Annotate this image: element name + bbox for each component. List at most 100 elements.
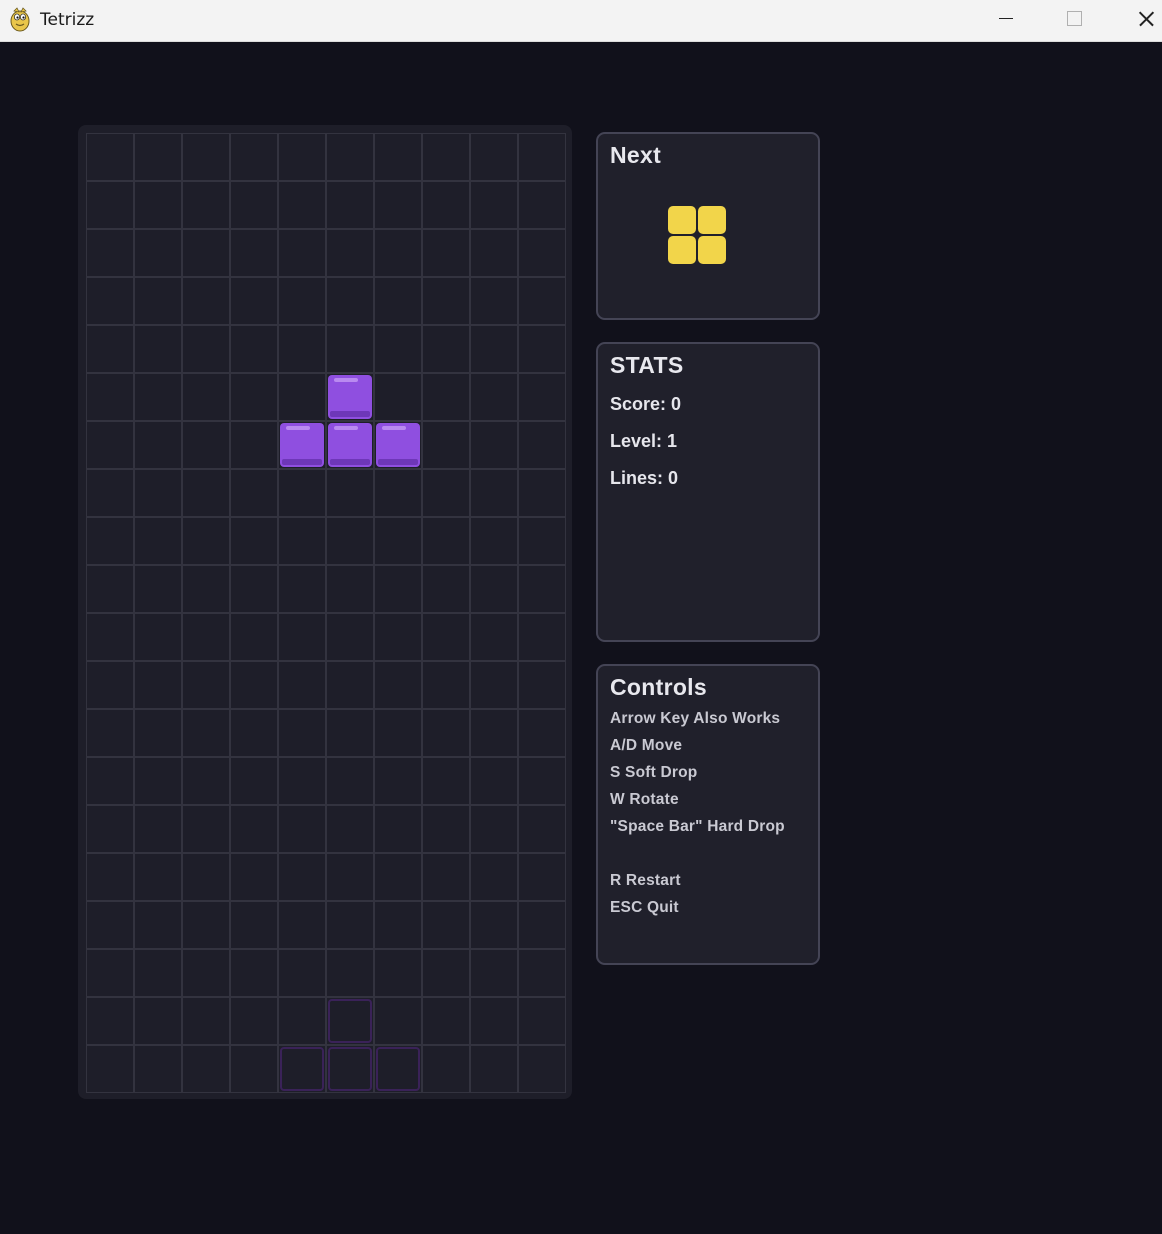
grid-cell (326, 277, 374, 325)
control-line: ESC Quit (610, 899, 679, 916)
grid-cell (374, 709, 422, 757)
grid-cell (326, 613, 374, 661)
grid-cell (278, 133, 326, 181)
grid-cell (278, 517, 326, 565)
grid-cell (374, 229, 422, 277)
grid-cell (374, 133, 422, 181)
grid-cell (86, 229, 134, 277)
minimize-button[interactable] (982, 0, 1028, 42)
grid-cell (518, 901, 566, 949)
grid-cell (230, 565, 278, 613)
grid-cell (230, 997, 278, 1045)
grid-cell (374, 805, 422, 853)
grid-cell (182, 1045, 230, 1093)
grid-cell (86, 757, 134, 805)
grid-cell (470, 181, 518, 229)
level-text: Level: 1 (610, 431, 678, 451)
score-text: Score: 0 (610, 394, 682, 414)
grid-cell (278, 757, 326, 805)
grid-cell (134, 661, 182, 709)
grid-cell (422, 421, 470, 469)
python-snake-icon (8, 7, 32, 33)
grid-cell (278, 997, 326, 1045)
close-button[interactable] (1122, 0, 1162, 42)
grid-cell (230, 421, 278, 469)
grid-cell (278, 949, 326, 997)
grid-cell (182, 277, 230, 325)
grid-cell (470, 277, 518, 325)
grid-cell (374, 757, 422, 805)
grid-cell (182, 757, 230, 805)
grid-cell (518, 757, 566, 805)
grid-cell (230, 133, 278, 181)
grid-cell (230, 229, 278, 277)
grid-cell (422, 133, 470, 181)
grid-cell (86, 277, 134, 325)
grid-cell (470, 133, 518, 181)
grid-cell (326, 229, 374, 277)
block-shadow (378, 459, 418, 465)
grid-cell (86, 901, 134, 949)
grid-cell (518, 421, 566, 469)
grid-cell (134, 901, 182, 949)
grid-cell (134, 853, 182, 901)
controls-panel: Controls Arrow Key Also Works A/D Move S… (596, 664, 820, 965)
next-piece-preview (668, 206, 726, 264)
grid-cell (86, 517, 134, 565)
grid-cell (182, 133, 230, 181)
grid-cell (326, 901, 374, 949)
grid-cell (422, 469, 470, 517)
block-highlight (382, 426, 406, 430)
grid-cell (422, 613, 470, 661)
grid-cell (470, 565, 518, 613)
grid-cell (374, 469, 422, 517)
grid-cell (230, 853, 278, 901)
grid-cell (374, 517, 422, 565)
grid-cell (278, 805, 326, 853)
grid-cell (518, 661, 566, 709)
grid-cell (278, 325, 326, 373)
grid-cell (422, 229, 470, 277)
grid-cell (326, 805, 374, 853)
grid-cell (278, 565, 326, 613)
grid-cell (230, 1045, 278, 1093)
grid-cell (422, 277, 470, 325)
grid-cell (278, 853, 326, 901)
grid-cell (470, 613, 518, 661)
grid-cell (470, 421, 518, 469)
maximize-button[interactable] (1052, 0, 1098, 42)
grid-cell (470, 1045, 518, 1093)
grid-cell (470, 469, 518, 517)
grid-cell (86, 373, 134, 421)
next-piece-block (698, 206, 726, 234)
grid-cell (518, 373, 566, 421)
grid-cell (470, 661, 518, 709)
grid-cell (134, 421, 182, 469)
grid-cell (86, 1045, 134, 1093)
board-grid (86, 133, 566, 1093)
grid-cell (422, 853, 470, 901)
next-piece-block (668, 236, 696, 264)
grid-cell (518, 997, 566, 1045)
grid-cell (374, 1045, 422, 1093)
grid-cell (134, 229, 182, 277)
grid-cell (422, 325, 470, 373)
block-highlight (334, 378, 358, 382)
grid-cell (422, 901, 470, 949)
grid-cell (182, 949, 230, 997)
grid-cell (278, 373, 326, 421)
grid-cell (518, 853, 566, 901)
grid-cell (134, 949, 182, 997)
grid-cell (374, 997, 422, 1045)
grid-cell (518, 1045, 566, 1093)
grid-cell (326, 661, 374, 709)
next-title: Next (610, 142, 662, 168)
grid-cell (374, 901, 422, 949)
grid-cell (470, 805, 518, 853)
grid-cell (182, 805, 230, 853)
grid-cell (230, 613, 278, 661)
grid-cell (134, 565, 182, 613)
grid-cell (326, 325, 374, 373)
grid-cell (86, 853, 134, 901)
grid-cell (326, 949, 374, 997)
